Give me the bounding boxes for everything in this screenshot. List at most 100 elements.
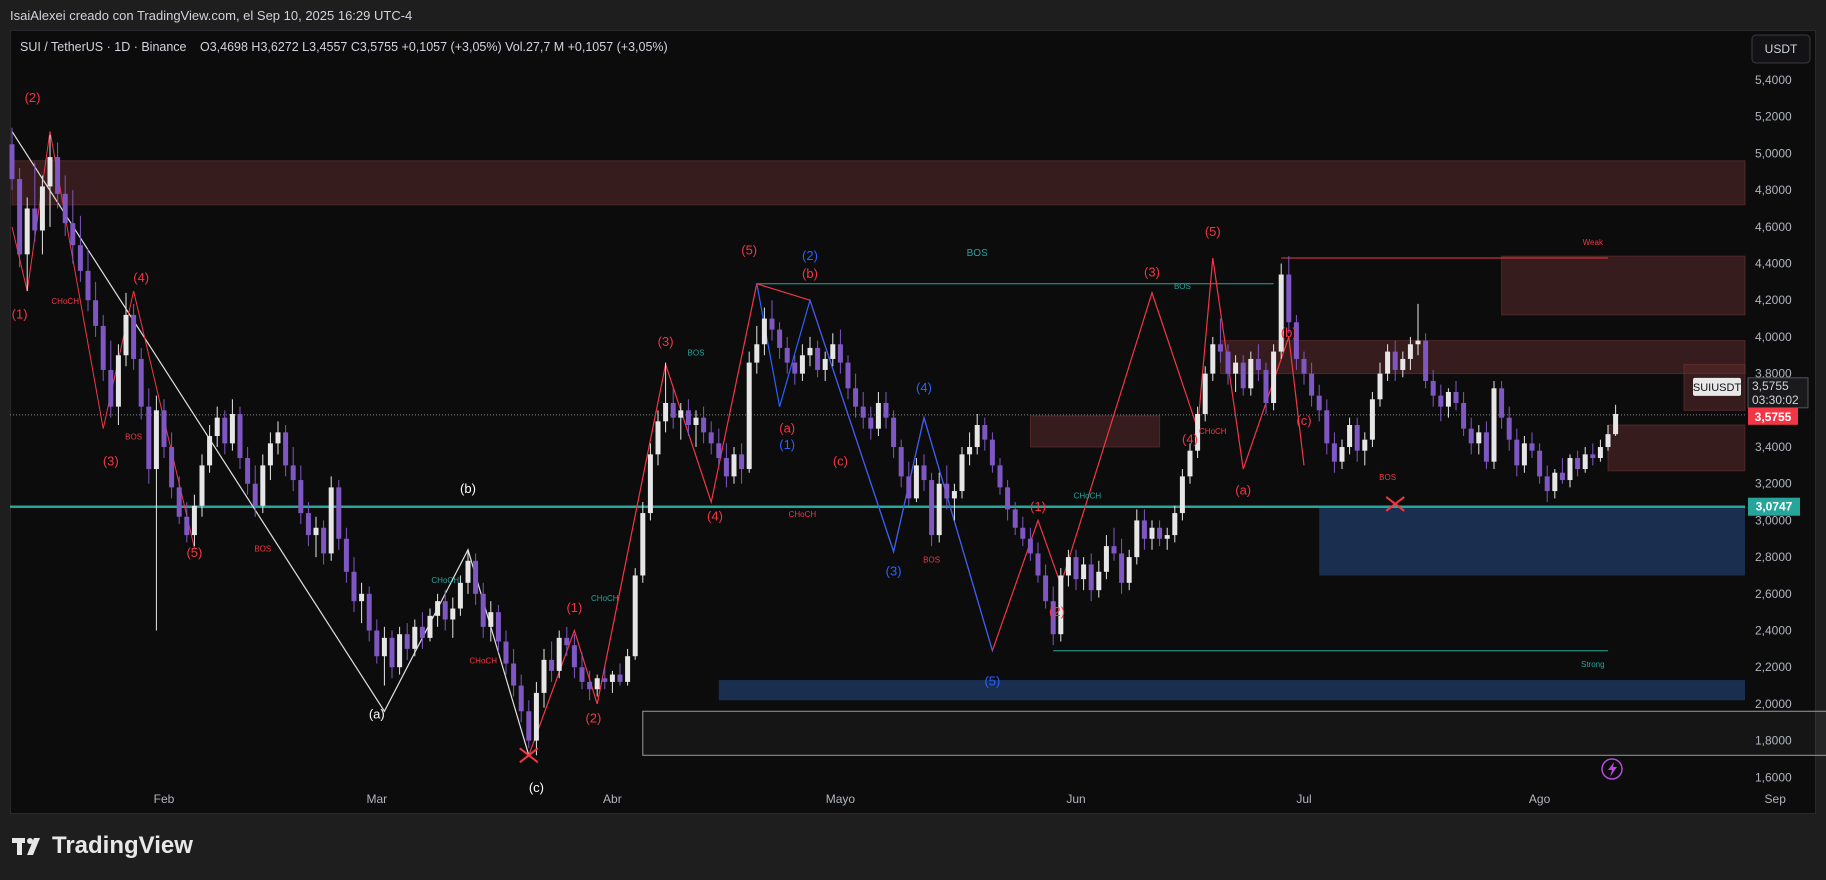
candle [1605,434,1611,448]
time-axis[interactable]: Feb Mar Abr Mayo Jun Jul Ago Sep [154,792,1787,806]
candle [77,245,83,271]
candle [708,432,714,444]
lightning-icon[interactable] [1601,758,1623,780]
candle [1141,520,1147,539]
candle [207,436,213,466]
tradingview-logo-icon [12,838,40,855]
wave-label: (c) [1296,413,1311,428]
candle [670,402,676,418]
candle [1263,369,1269,403]
candle [1415,340,1421,345]
wave-label: (2) [1049,604,1065,619]
wave-label: (3) [886,563,902,578]
candle [176,487,182,517]
candle [898,447,904,477]
candle [1529,443,1535,451]
symbol-legend[interactable]: SUI / TetherUS · 1D · Binance [20,40,187,54]
candle [891,417,897,448]
wave-label: (a) [369,707,385,722]
candle [237,413,243,459]
candle [541,659,547,693]
time-tick-label: Jun [1066,792,1085,806]
price-tick-label: 2,8000 [1755,550,1792,564]
candle [427,615,433,638]
supply-zone [1029,415,1161,448]
candle [929,480,935,536]
candle [913,465,919,499]
candle [1362,439,1368,451]
candle [290,465,296,481]
wave-label: (1) [566,600,582,615]
wave-label: (5) [186,545,202,560]
x-mark-icon [519,747,539,764]
symbol-badge-label: SUIUSDT [1693,382,1742,394]
candle [951,491,957,499]
structure-label: CHoCH [1199,427,1227,436]
candle [784,347,790,363]
candle [723,458,729,477]
candle [480,593,486,627]
wave-label: (c) [833,453,848,468]
candle [556,637,562,671]
candle [1499,388,1505,418]
brand-footer[interactable]: TradingView [12,830,193,862]
wave-label: (2) [585,710,601,725]
candle [1225,351,1231,374]
price-tick-label: 1,8000 [1755,734,1792,748]
candle [1210,344,1216,374]
candle [799,355,805,374]
candle [632,575,638,657]
candle [1559,472,1565,481]
time-tick-label: Mar [366,792,387,806]
wave-line-blue [756,283,993,651]
candle [260,465,266,506]
price-tick-label: 4,8000 [1755,183,1792,197]
candle [1005,487,1011,510]
supply-zone [11,160,1746,206]
candle [1240,362,1246,389]
candle [571,645,577,668]
candle [1476,432,1482,444]
candle [716,443,722,459]
candle [1316,395,1322,411]
candle [1134,520,1140,558]
candle [1597,447,1603,459]
candle [1453,391,1459,403]
price-tick-label: 1,6000 [1755,770,1792,784]
candle [830,344,836,359]
candle [169,447,175,488]
wave-label: (3) [1144,264,1160,279]
candle [1354,425,1360,451]
candle [663,402,669,422]
candle [1179,476,1185,514]
candle [1286,274,1292,323]
price-chart[interactable]: (2) (1) (4) (3) (5) (b) (a) (c) (1) (2) (3) (4) (5) (… [0,0,1826,880]
candle [1073,557,1079,580]
time-tick-label: Abr [603,792,622,806]
candle [853,388,859,407]
candle [389,637,395,668]
candle [1506,417,1512,440]
candle [1278,274,1284,352]
candle [1430,380,1436,396]
currency-button[interactable]: USDT [1751,34,1811,64]
candle [1339,447,1345,462]
wave-label: (5) [984,674,1000,689]
candle [777,329,783,348]
time-tick-label: Mayo [826,792,856,806]
candle [1567,458,1573,481]
candle [1035,553,1041,576]
wave-label: (4) [707,508,723,523]
price-tick-label: 3,4000 [1755,440,1792,454]
candle [1552,472,1558,492]
candle [1119,553,1125,583]
structure-label: CHoCH [1074,491,1102,500]
candle [328,487,334,554]
wave-label: (b) [1281,325,1297,340]
candle [1111,546,1117,554]
candle [1347,425,1353,448]
candle [511,663,517,686]
candle [944,483,950,499]
candle [1020,527,1026,539]
candle [488,612,494,627]
